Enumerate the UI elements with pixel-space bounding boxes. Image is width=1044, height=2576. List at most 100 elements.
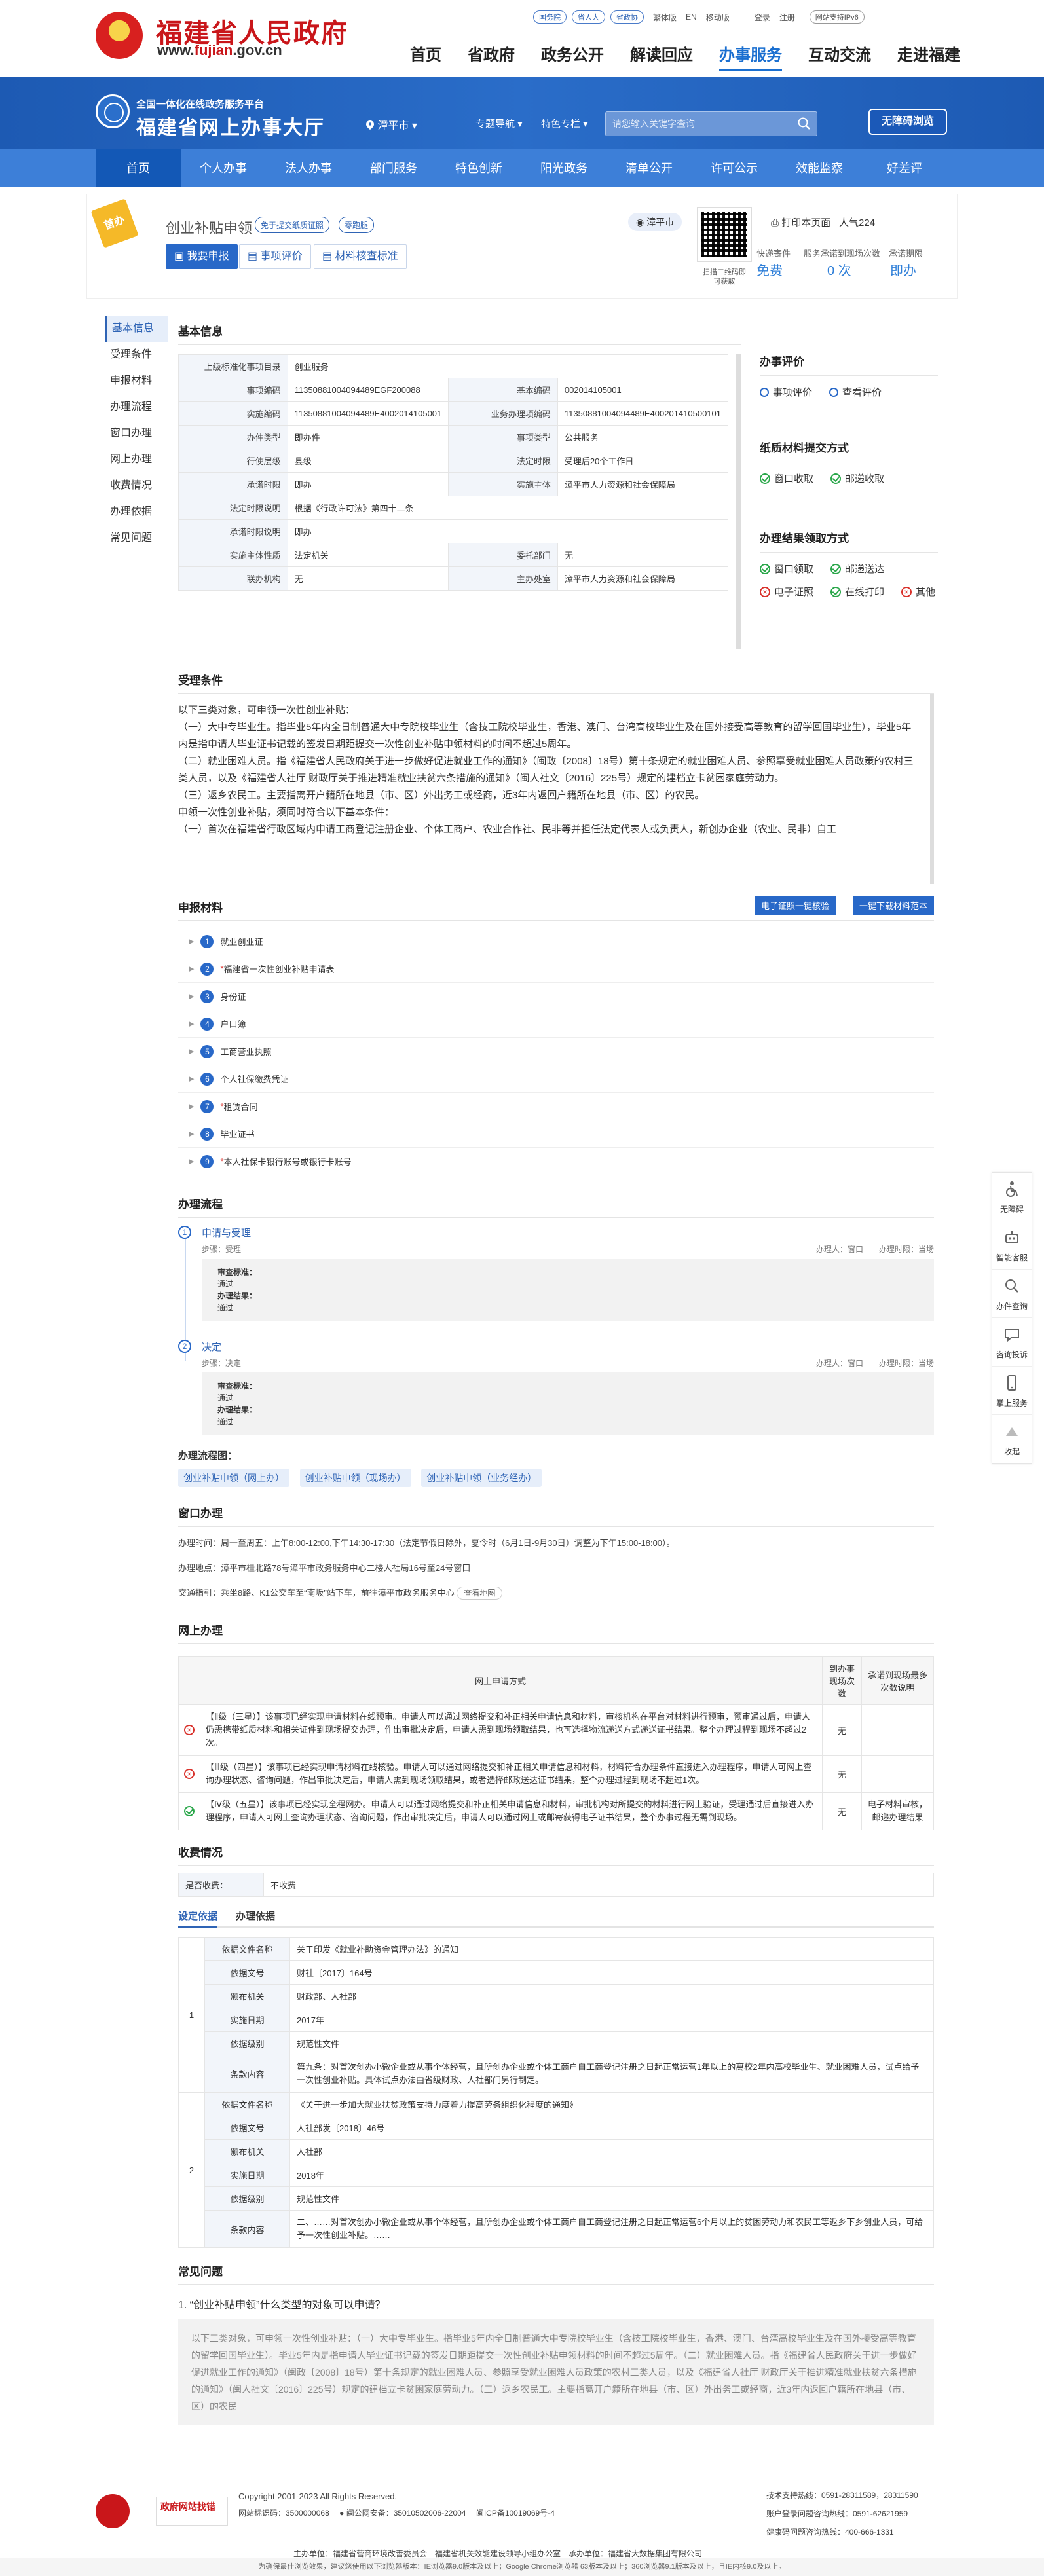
material-row[interactable]: ▶ 4 户口簿 bbox=[178, 1010, 934, 1038]
step-name: 决定 bbox=[202, 1342, 222, 1353]
nav-interpretation[interactable]: 解读回应 bbox=[630, 42, 693, 71]
subnav-legal-person[interactable]: 法人办事 bbox=[266, 149, 351, 187]
eval-item-button[interactable]: 事项评价 bbox=[760, 385, 812, 399]
material-row[interactable]: ▶ 8 毕业证书 bbox=[178, 1120, 934, 1148]
accessible-browse-button[interactable]: 无障碍浏览 bbox=[868, 109, 947, 135]
search-icon[interactable] bbox=[797, 117, 811, 131]
link-traditional[interactable]: 繁体版 bbox=[653, 12, 677, 23]
subnav-evaluation[interactable]: 好差评 bbox=[862, 149, 947, 187]
float-mobile[interactable]: 掌上服务 bbox=[992, 1367, 1032, 1415]
section-fee-title: 收费情况 bbox=[178, 1837, 934, 1866]
material-row[interactable]: ▶ 3 身份证 bbox=[178, 983, 934, 1010]
banner-subtitle: 全国一体化在线政务服务平台 bbox=[136, 99, 265, 110]
anchor-accept-conditions[interactable]: 受理条件 bbox=[105, 342, 168, 368]
flow-link-onsite[interactable]: 创业补贴申领（现场办） bbox=[299, 1469, 411, 1487]
check-standard-button[interactable]: ▤ 材料核查标准 bbox=[314, 244, 407, 269]
tag-no-paper: 免于提交纸质证照 bbox=[255, 217, 330, 233]
nav-open-affairs[interactable]: 政务公开 bbox=[541, 42, 604, 71]
float-case-query[interactable]: 办件查询 bbox=[992, 1270, 1032, 1318]
stat-value-visits: 0 次 bbox=[827, 264, 851, 278]
check-circle-icon bbox=[760, 473, 770, 484]
search-box bbox=[605, 111, 817, 136]
anchor-process[interactable]: 办理流程 bbox=[105, 394, 168, 420]
material-row[interactable]: ▶ 1 就业创业证 bbox=[178, 928, 934, 955]
print-button[interactable]: ⎙ 打印本页面 bbox=[771, 215, 830, 229]
flow-link-online[interactable]: 创业补贴申领（网上办） bbox=[178, 1469, 289, 1487]
view-eval-button[interactable]: 查看评价 bbox=[829, 385, 882, 399]
item-title: 创业补贴申领 bbox=[166, 220, 253, 236]
float-collapse[interactable]: 收起 bbox=[992, 1415, 1032, 1463]
search-icon bbox=[1005, 1279, 1018, 1293]
link-mobile[interactable]: 移动版 bbox=[706, 12, 730, 23]
material-row[interactable]: ▶ 6 个人社保缴费凭证 bbox=[178, 1065, 934, 1093]
nav-services[interactable]: 办事服务 bbox=[719, 42, 782, 71]
download-all-button[interactable]: 一键下载材料范本 bbox=[852, 896, 934, 915]
apply-button[interactable]: ▣ 我要申报 bbox=[166, 244, 238, 269]
top-header: 福建省人民政府 www.fujian.gov.cn 国务院 省人大 省政协 繁体… bbox=[0, 0, 1044, 77]
flow-link-business[interactable]: 创业补贴申领（业务经办） bbox=[421, 1469, 542, 1487]
subnav-innovation[interactable]: 特色创新 bbox=[436, 149, 521, 187]
subnav-sunshine[interactable]: 阳光政务 bbox=[521, 149, 606, 187]
basis-tabs: 设定依据 办理依据 bbox=[178, 1909, 934, 1928]
city-selector[interactable]: 漳平市 ▾ bbox=[365, 117, 417, 132]
float-complaint[interactable]: 咨询投诉 bbox=[992, 1318, 1032, 1367]
link-login[interactable]: 登录 bbox=[755, 12, 770, 23]
link-cppcc[interactable]: 省政协 bbox=[610, 10, 644, 24]
verify-license-button[interactable]: 电子证照一键核验 bbox=[754, 896, 836, 915]
nav-interaction[interactable]: 互动交流 bbox=[808, 42, 871, 71]
faq-answer: 以下三类对象，可申领一次性创业补贴：（一）大中专毕业生。指毕业5年内全日制普通大… bbox=[178, 2319, 934, 2425]
subnav-home[interactable]: 首页 bbox=[96, 149, 181, 187]
right-float-toolbar: 无障碍 智能客服 办件查询 咨询投诉 掌上服务 收起 bbox=[992, 1172, 1032, 1464]
material-row[interactable]: ▶ 2 * 福建省一次性创业补贴申请表 bbox=[178, 955, 934, 983]
subnav-license[interactable]: 许可公示 bbox=[692, 149, 777, 187]
location-badge: ◉ 漳平市 bbox=[628, 213, 682, 231]
error-report-badge[interactable]: 政府网站找错 bbox=[156, 2497, 228, 2526]
tab-setting-basis[interactable]: 设定依据 bbox=[178, 1909, 218, 1928]
topic-nav-menu[interactable]: 专题导航 ▾ bbox=[475, 117, 523, 130]
stat-label-visits: 服务承诺到现场次数 bbox=[804, 249, 881, 259]
footer-browser-tip: 为确保最佳浏览效果，建议您使用以下浏览器版本：IE浏览器9.0版本及以上；Goo… bbox=[0, 2558, 1044, 2576]
phone-icon bbox=[1007, 1375, 1016, 1391]
basic-info-scroll[interactable]: 上级标准化事项目录 创业服务 事项编码 11350881004094489EGF20… bbox=[178, 354, 741, 649]
accept-line: （三）返乡农民工。主要指离开户籍所在地县（市、区）外出务工或经商，近3年内返回户… bbox=[178, 790, 705, 801]
material-row[interactable]: ▶ 9 * 本人社保卡银行账号或银行卡账号 bbox=[178, 1148, 934, 1175]
anchor-online[interactable]: 网上办理 bbox=[105, 447, 168, 473]
subnav-efficiency[interactable]: 效能监察 bbox=[777, 149, 862, 187]
subnav-personal[interactable]: 个人办事 bbox=[181, 149, 266, 187]
special-column-menu[interactable]: 特色专栏 ▾ bbox=[541, 117, 588, 130]
anchor-basic-info[interactable]: 基本信息 bbox=[105, 316, 168, 342]
process-step: 2 决定 步骤：决定 办理人：窗口 办理时限：当场 审查标准： 通过 办理结果：… bbox=[178, 1340, 934, 1435]
accept-scroll[interactable]: 以下三类对象，可申领一次性创业补贴： （一）大中专毕业生。指毕业5年内全日制普通… bbox=[178, 694, 934, 884]
anchor-fee[interactable]: 收费情况 bbox=[105, 473, 168, 499]
search-input[interactable] bbox=[606, 112, 789, 136]
window-info: 办理时间：周一至周五：上午8:00-12:00,下午14:30-17:30（法定… bbox=[178, 1527, 934, 1606]
link-english[interactable]: EN bbox=[686, 12, 697, 22]
stat-label-deadline: 承诺期限 bbox=[889, 249, 923, 259]
tab-handling-basis[interactable]: 办理依据 bbox=[236, 1909, 275, 1926]
cross-circle-icon: × bbox=[184, 1769, 195, 1779]
evaluate-button[interactable]: ▤ 事项评价 bbox=[239, 244, 311, 269]
anchor-faq[interactable]: 常见问题 bbox=[105, 525, 168, 551]
anchor-basis[interactable]: 办理依据 bbox=[105, 499, 168, 525]
nav-about-fujian[interactable]: 走进福建 bbox=[897, 42, 960, 71]
subnav-department[interactable]: 部门服务 bbox=[351, 149, 436, 187]
material-row[interactable]: ▶ 7 * 租赁合同 bbox=[178, 1093, 934, 1120]
nav-home[interactable]: 首页 bbox=[410, 42, 441, 71]
view-map-button[interactable]: 查看地图 bbox=[457, 1587, 503, 1600]
evaluate-icon: ▤ bbox=[248, 251, 258, 262]
flow-chart-row: 办理流程图： 创业补贴申领（网上办） 创业补贴申领（现场办） 创业补贴申领（业务… bbox=[178, 1435, 934, 1494]
anchor-materials[interactable]: 申报材料 bbox=[105, 368, 168, 394]
section-materials-title: 申报材料 电子证照一键核验 一键下载材料范本 bbox=[178, 892, 934, 921]
material-row[interactable]: ▶ 5 工商营业执照 bbox=[178, 1038, 934, 1065]
faq-question[interactable]: 1. “创业补贴申领”什么类型的对象可以申请？ bbox=[178, 2285, 934, 2319]
section-online-title: 网上办理 bbox=[178, 1615, 934, 1644]
link-provincial-congress[interactable]: 省人大 bbox=[572, 10, 605, 24]
subnav-list-open[interactable]: 清单公开 bbox=[606, 149, 692, 187]
float-smart-service[interactable]: 智能客服 bbox=[992, 1221, 1032, 1270]
anchor-window[interactable]: 窗口办理 bbox=[105, 420, 168, 447]
banner-title[interactable]: 福建省网上办事大厅 bbox=[136, 111, 325, 140]
link-state-council[interactable]: 国务院 bbox=[533, 10, 567, 24]
link-register[interactable]: 注册 bbox=[779, 12, 795, 23]
float-accessible[interactable]: 无障碍 bbox=[992, 1173, 1032, 1221]
nav-government[interactable]: 省政府 bbox=[468, 42, 515, 71]
